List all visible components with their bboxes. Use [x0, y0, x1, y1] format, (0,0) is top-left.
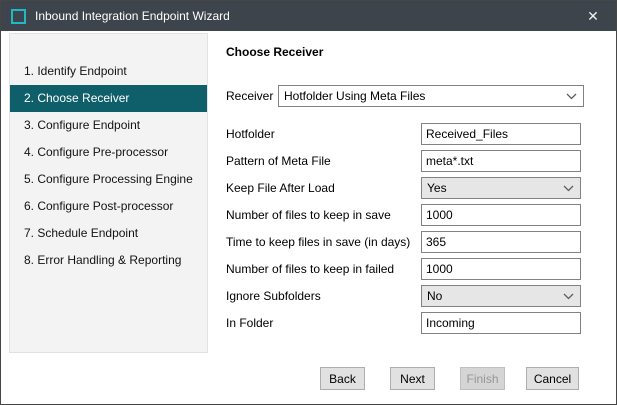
keep-file-after-load-value: Yes	[427, 181, 447, 195]
in-folder-label: In Folder	[226, 312, 273, 334]
keep-file-after-load-label: Keep File After Load	[226, 177, 335, 199]
hotfolder-label: Hotfolder	[226, 123, 275, 145]
window-title: Inbound Integration Endpoint Wizard	[35, 9, 230, 23]
sidebar-item-configure-endpoint[interactable]: 3. Configure Endpoint	[10, 112, 207, 139]
time-keep-save-label: Time to keep files in save (in days)	[226, 231, 410, 253]
page-title: Choose Receiver	[226, 45, 323, 59]
sidebar-item-choose-receiver[interactable]: 2. Choose Receiver	[10, 85, 207, 112]
titlebar: Inbound Integration Endpoint Wizard ✕	[1, 1, 616, 31]
sidebar-item-configure-post-processor[interactable]: 6. Configure Post-processor	[10, 193, 207, 220]
keep-file-after-load-select[interactable]: Yes	[421, 177, 581, 199]
sidebar-item-configure-pre-processor[interactable]: 4. Configure Pre-processor	[10, 139, 207, 166]
chevron-down-icon	[563, 185, 574, 192]
chevron-down-icon	[566, 93, 577, 100]
hotfolder-input[interactable]	[421, 123, 581, 145]
close-icon[interactable]: ✕	[580, 1, 606, 31]
receiver-label: Receiver	[226, 85, 273, 107]
back-button[interactable]: Back	[320, 367, 365, 390]
chevron-down-icon	[563, 293, 574, 300]
files-keep-save-label: Number of files to keep in save	[226, 204, 391, 226]
receiver-select-value: Hotfolder Using Meta Files	[284, 89, 425, 103]
files-keep-failed-label: Number of files to keep in failed	[226, 258, 394, 280]
wizard-steps-sidebar: 1. Identify Endpoint 2. Choose Receiver …	[9, 33, 208, 353]
app-icon	[11, 9, 26, 24]
time-keep-save-input[interactable]	[421, 231, 581, 253]
in-folder-input[interactable]	[421, 312, 581, 334]
ignore-subfolders-select[interactable]: No	[421, 285, 581, 307]
cancel-button[interactable]: Cancel	[526, 367, 579, 390]
receiver-select[interactable]: Hotfolder Using Meta Files	[278, 85, 584, 107]
ignore-subfolders-label: Ignore Subfolders	[226, 285, 321, 307]
sidebar-item-error-handling-reporting[interactable]: 8. Error Handling & Reporting	[10, 247, 207, 274]
finish-button: Finish	[460, 367, 505, 390]
next-button[interactable]: Next	[390, 367, 435, 390]
sidebar-item-configure-processing-engine[interactable]: 5. Configure Processing Engine	[10, 166, 207, 193]
ignore-subfolders-value: No	[427, 289, 442, 303]
sidebar-item-identify-endpoint[interactable]: 1. Identify Endpoint	[10, 58, 207, 85]
meta-pattern-label: Pattern of Meta File	[226, 150, 331, 172]
files-keep-save-input[interactable]	[421, 204, 581, 226]
meta-pattern-input[interactable]	[421, 150, 581, 172]
files-keep-failed-input[interactable]	[421, 258, 581, 280]
wizard-dialog: Inbound Integration Endpoint Wizard ✕ 1.…	[0, 0, 617, 405]
sidebar-item-schedule-endpoint[interactable]: 7. Schedule Endpoint	[10, 220, 207, 247]
